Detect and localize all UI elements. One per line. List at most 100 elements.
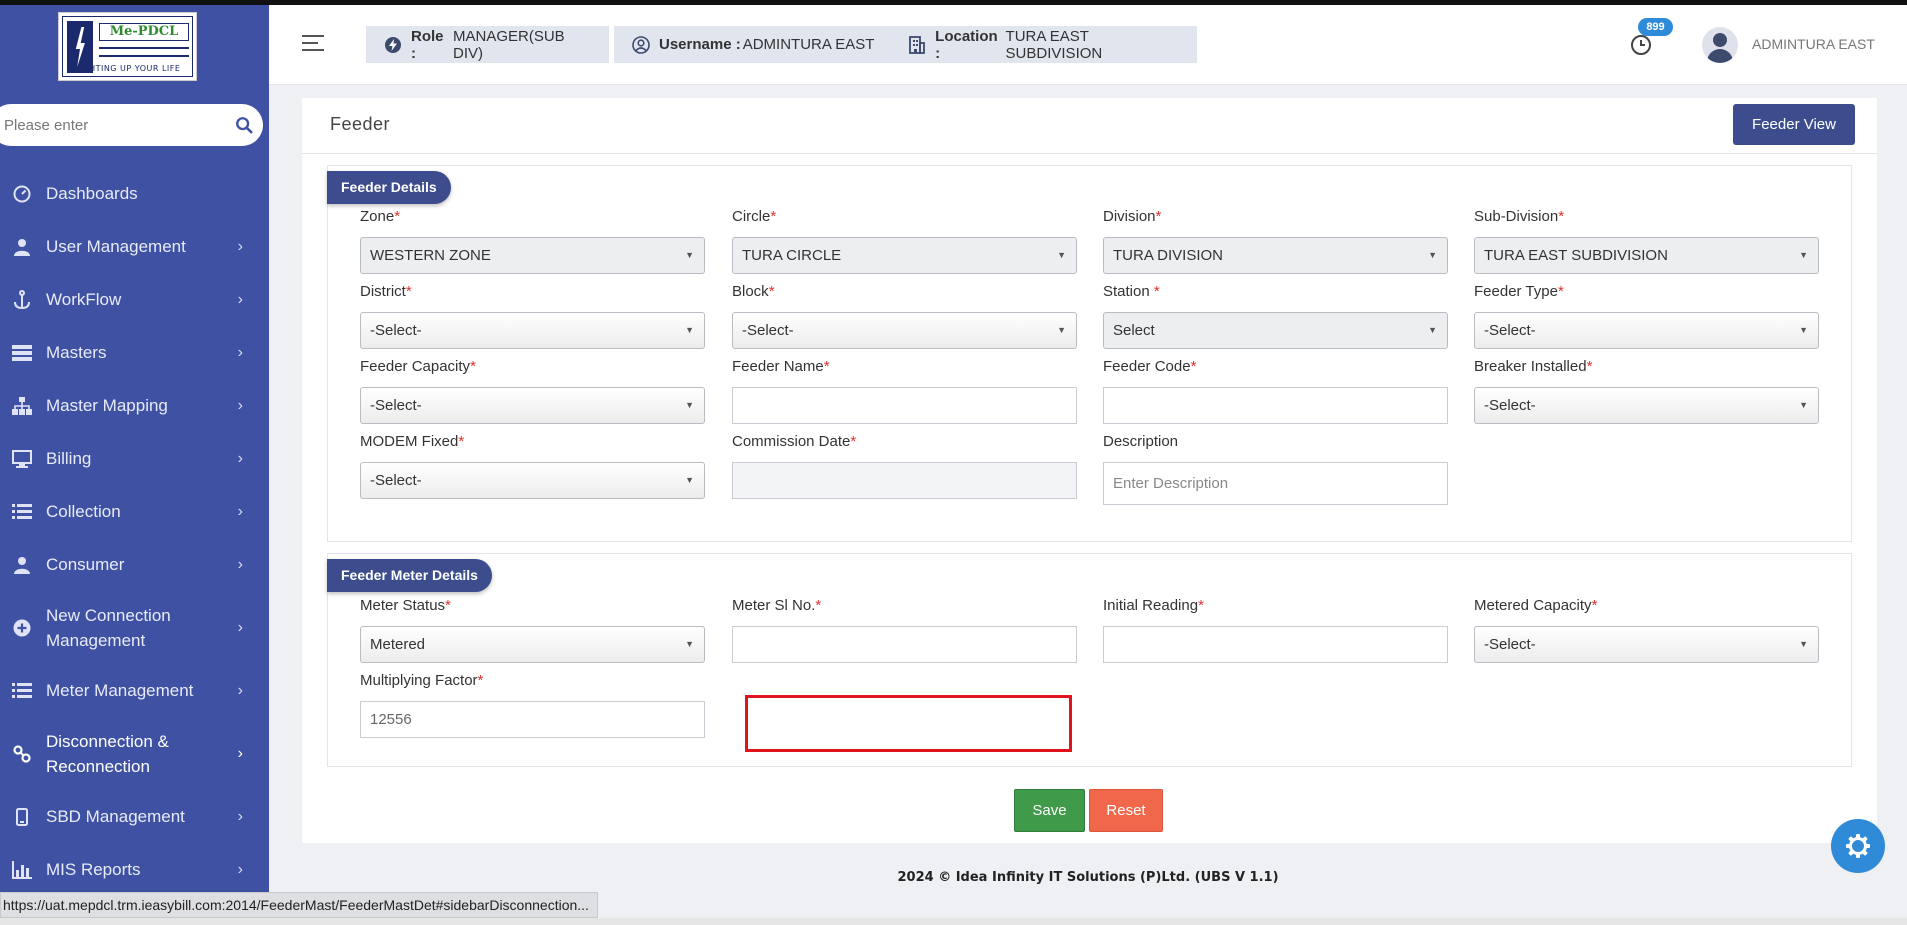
meter-status-label: Meter Status* (360, 597, 451, 614)
initial-reading-label: Initial Reading* (1103, 597, 1204, 614)
feeder-name-field: Feeder Name* (732, 357, 1077, 424)
bolt-icon (384, 36, 402, 54)
initial-reading-input[interactable] (1103, 626, 1448, 663)
meter-sl-no-input[interactable] (732, 626, 1077, 663)
sidebar-item-label: MIS Reports (46, 860, 141, 879)
location-chip: Location : TURA EAST SUBDIVISION (891, 26, 1197, 63)
modem-fixed-select[interactable]: -Select- (360, 462, 705, 499)
highlight-annotation-box (745, 695, 1072, 752)
breaker-installed-select[interactable]: -Select- (1474, 387, 1819, 424)
chevron-right-icon: › (237, 681, 243, 699)
sidebar-item-label: Dashboards (46, 184, 138, 203)
sidebar-item-meter-management[interactable]: Meter Management › (0, 664, 269, 717)
metered-capacity-select[interactable]: -Select- (1474, 626, 1819, 663)
chevron-right-icon: › (237, 807, 243, 825)
sidebar: Me-PDCL LIGHTING UP YOUR LIFE Dashboards… (0, 5, 269, 925)
sidebar-item-billing[interactable]: Billing › (0, 432, 269, 485)
plus-circle-icon (12, 618, 32, 638)
feeder-type-select[interactable]: -Select- (1474, 312, 1819, 349)
building-icon (909, 35, 926, 54)
chevron-right-icon: › (237, 555, 243, 573)
mobile-icon (12, 807, 32, 827)
feeder-capacity-label: Feeder Capacity* (360, 358, 476, 375)
notification-badge: 899 (1638, 18, 1673, 36)
meter-status-select[interactable]: Metered (360, 626, 705, 663)
location-label: Location : (935, 27, 998, 62)
district-select[interactable]: -Select- (360, 312, 705, 349)
settings-fab[interactable] (1831, 819, 1885, 873)
circle-field: Circle* TURA CIRCLE (732, 207, 1077, 274)
chevron-right-icon: › (237, 449, 243, 467)
logo-frame: Me-PDCL LIGHTING UP YOUR LIFE (62, 16, 193, 77)
circle-select[interactable]: TURA CIRCLE (732, 237, 1077, 274)
list-icon (12, 681, 32, 701)
sidebar-item-collection[interactable]: Collection › (0, 485, 269, 538)
feeder-capacity-field: Feeder Capacity* -Select- (360, 357, 705, 424)
sidebar-item-workflow[interactable]: WorkFlow › (0, 273, 269, 326)
username-chip: Username : ADMINTURA EAST (614, 26, 892, 63)
sidebar-item-sbd-management[interactable]: SBD Management › (0, 790, 269, 843)
hamburger-menu-icon[interactable] (302, 35, 324, 53)
location-value: TURA EAST SUBDIVISION (1005, 27, 1103, 62)
clock-notification-icon[interactable] (1630, 34, 1652, 56)
modem-fixed-label: MODEM Fixed* (360, 433, 465, 450)
sidebar-item-masters[interactable]: Masters › (0, 326, 269, 379)
metered-capacity-field: Metered Capacity* -Select- (1474, 596, 1819, 663)
chevron-right-icon: › (237, 860, 243, 878)
meter-sl-no-label: Meter Sl No.* (732, 597, 822, 614)
commission-date-field: Commission Date* (732, 432, 1077, 499)
search-icon[interactable] (235, 116, 253, 134)
username-label: Username : (659, 36, 741, 53)
sidebar-item-dashboards[interactable]: Dashboards (0, 167, 269, 220)
district-field: District* -Select- (360, 282, 705, 349)
bottom-strip (0, 918, 1907, 925)
sidebar-search (0, 104, 263, 146)
reset-button[interactable]: Reset (1089, 789, 1163, 832)
role-value: MANAGER(SUB DIV) (453, 27, 565, 62)
sidebar-item-label: Collection (46, 502, 121, 521)
meter-sl-no-field: Meter Sl No.* (732, 596, 1077, 663)
block-select[interactable]: -Select- (732, 312, 1077, 349)
zone-select[interactable]: WESTERN ZONE (360, 237, 705, 274)
sidebar-item-user-management[interactable]: User Management › (0, 220, 269, 273)
feeder-code-label: Feeder Code* (1103, 358, 1197, 375)
initial-reading-field: Initial Reading* (1103, 596, 1448, 663)
description-input[interactable] (1103, 462, 1448, 505)
card-divider (302, 153, 1877, 154)
sub-division-select[interactable]: TURA EAST SUBDIVISION (1474, 237, 1819, 274)
sidebar-item-disconnection-reconnection[interactable]: Disconnection & Reconnection › (0, 717, 269, 790)
chevron-right-icon: › (237, 744, 243, 762)
save-button[interactable]: Save (1014, 789, 1085, 832)
brand-logo[interactable]: Me-PDCL LIGHTING UP YOUR LIFE (58, 12, 197, 81)
search-input[interactable] (4, 113, 214, 137)
feeder-name-input[interactable] (732, 387, 1077, 424)
feeder-code-input[interactable] (1103, 387, 1448, 424)
sidebar-item-mis-reports[interactable]: MIS Reports › (0, 843, 269, 896)
station-field: Station * Select (1103, 282, 1448, 349)
circle-label: Circle* (732, 208, 777, 225)
description-label: Description (1103, 433, 1179, 450)
commission-date-input[interactable] (732, 462, 1077, 499)
feeder-meter-details-panel: Feeder Meter Details Meter Status* Meter… (327, 553, 1852, 767)
sidebar-item-label: Masters (46, 343, 107, 362)
chevron-right-icon: › (237, 343, 243, 361)
sidebar-item-consumer[interactable]: Consumer › (0, 538, 269, 591)
feeder-view-button[interactable]: Feeder View (1733, 104, 1855, 145)
description-field: Description (1103, 432, 1448, 505)
sidebar-item-master-mapping[interactable]: Master Mapping › (0, 379, 269, 432)
feeder-capacity-select[interactable]: -Select- (360, 387, 705, 424)
station-select[interactable]: Select (1103, 312, 1448, 349)
chevron-right-icon: › (237, 618, 243, 636)
division-select[interactable]: TURA DIVISION (1103, 237, 1448, 274)
sidebar-item-label: WorkFlow (46, 290, 122, 309)
sitemap-icon (12, 396, 32, 416)
multiplying-factor-input[interactable] (360, 701, 705, 738)
header-user-name[interactable]: ADMINTURA EAST (1752, 36, 1875, 52)
feeder-type-label: Feeder Type* (1474, 283, 1564, 300)
user-circle-icon (632, 35, 650, 54)
meter-status-field: Meter Status* Metered (360, 596, 705, 663)
sidebar-item-label: Consumer (46, 555, 125, 574)
sidebar-item-new-connection-management[interactable]: New Connection Management › (0, 591, 269, 664)
avatar[interactable] (1702, 27, 1738, 63)
chevron-right-icon: › (237, 237, 243, 255)
